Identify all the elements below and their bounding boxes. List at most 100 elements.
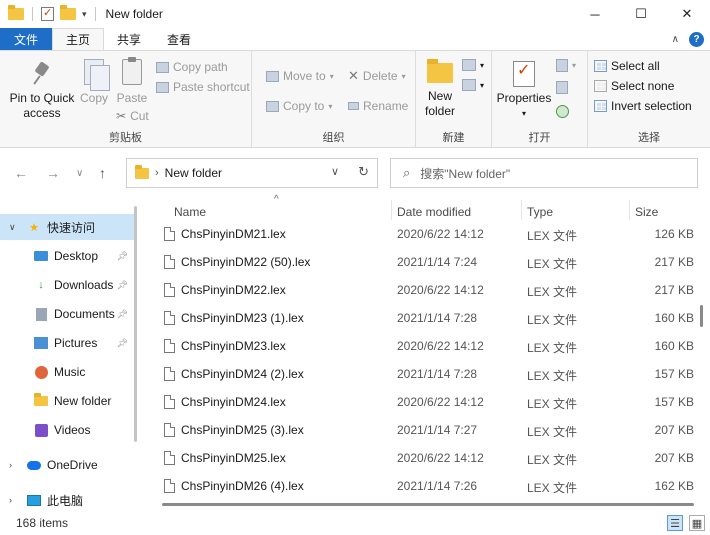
- table-row[interactable]: ChsPinyinDM22 (50).lex 2021/1/14 7:24 LEX …: [146, 248, 702, 276]
- pin-icon[interactable]: 📌︎: [117, 309, 128, 320]
- column-header-date[interactable]: Date modified: [397, 205, 471, 219]
- sidebar-item-videos[interactable]: Videos: [0, 417, 136, 443]
- table-row[interactable]: ChsPinyinDM21.lex 2020/6/22 14:12 LEX 文件 12…: [146, 220, 702, 248]
- large-icons-view-button[interactable]: ▦: [689, 515, 705, 531]
- cut-button[interactable]: ✂ Cut: [116, 109, 149, 123]
- invert-selection-button[interactable]: Invert selection: [594, 99, 692, 113]
- copy-icon: [84, 59, 110, 91]
- open-button[interactable]: ▾: [556, 59, 576, 72]
- table-row[interactable]: ChsPinyinDM25.lex 2020/6/22 14:12 LEX 文件 20…: [146, 444, 702, 472]
- table-row[interactable]: ChsPinyinDM26 (4).lex 2021/1/14 7:26 LEX 文…: [146, 472, 702, 500]
- tab-view[interactable]: 查看: [154, 28, 204, 50]
- file-size: 217 KB: [654, 283, 694, 297]
- select-all-button[interactable]: Select all: [594, 59, 660, 73]
- sidebar-item-music[interactable]: Music: [0, 359, 136, 385]
- sidebar-item-label: Documents: [54, 307, 115, 321]
- table-row[interactable]: ChsPinyinDM23 (1).lex 2021/1/14 7:28 LEX 文…: [146, 304, 702, 332]
- up-arrow-icon[interactable]: ↑: [99, 165, 106, 181]
- move-to-button[interactable]: Move to ▾: [266, 69, 334, 83]
- new-group-label: 新建: [442, 132, 465, 144]
- horizontal-scrollbar[interactable]: [162, 503, 694, 506]
- copy-button[interactable]: Copy: [78, 59, 110, 106]
- copy-path-button[interactable]: Copy path: [156, 60, 228, 74]
- address-bar[interactable]: › New folder ∨ ↻: [126, 158, 378, 188]
- new-folder-button[interactable]: New folder: [420, 57, 460, 119]
- chevron-down-icon: ▾: [572, 61, 577, 70]
- details-view-button[interactable]: ☰: [667, 515, 683, 531]
- expand-chevron-icon[interactable]: ›: [9, 495, 12, 505]
- table-row[interactable]: ChsPinyinDM23.lex 2020/6/22 14:12 LEX 文件 16…: [146, 332, 702, 360]
- customize-toolbar-dropdown[interactable]: ▾: [82, 9, 87, 20]
- back-arrow-icon[interactable]: ←: [14, 165, 28, 181]
- column-header-type[interactable]: Type: [527, 205, 553, 219]
- column-divider[interactable]: [391, 200, 392, 220]
- collapse-ribbon-icon[interactable]: ∧: [672, 34, 679, 45]
- sidebar-item-quick-access[interactable]: ∨ ★ 快速访问: [0, 214, 136, 240]
- forward-arrow-icon[interactable]: →: [46, 165, 60, 181]
- sidebar-item-pictures[interactable]: Pictures 📌︎: [0, 330, 136, 356]
- address-dropdown-icon[interactable]: ∨: [331, 165, 339, 178]
- file-date: 2020/6/22 14:12: [397, 283, 484, 297]
- pin-icon[interactable]: 📌︎: [117, 280, 128, 291]
- sidebar-item-label: Videos: [54, 423, 91, 437]
- new-item-button[interactable]: ▾: [462, 59, 484, 71]
- close-button[interactable]: ✕: [664, 0, 710, 28]
- table-row[interactable]: ChsPinyinDM22.lex 2020/6/22 14:12 LEX 文件 21…: [146, 276, 702, 304]
- recent-locations-chevron-icon[interactable]: ∨: [76, 168, 83, 179]
- paste-label: Paste: [116, 91, 148, 105]
- copy-label: Copy: [79, 91, 108, 105]
- maximize-button[interactable]: ☐: [618, 0, 664, 28]
- table-row[interactable]: ChsPinyinDM24 (2).lex 2021/1/14 7:28 LEX 文…: [146, 360, 702, 388]
- refresh-icon[interactable]: ↻: [358, 164, 369, 180]
- file-name: ChsPinyinDM26 (4).lex: [181, 479, 304, 493]
- rename-button[interactable]: Rename: [348, 99, 408, 113]
- sidebar-item-desktop[interactable]: Desktop 📌︎: [0, 243, 136, 269]
- paste-shortcut-button[interactable]: Paste shortcut: [156, 80, 250, 94]
- properties-button[interactable]: Properties ▾: [496, 61, 552, 121]
- history-button[interactable]: [556, 105, 569, 118]
- download-icon: ↓: [38, 279, 44, 291]
- column-header-size[interactable]: Size: [635, 205, 658, 219]
- search-box[interactable]: ⌕ 搜索"New folder": [390, 158, 698, 188]
- expand-chevron-icon[interactable]: ›: [9, 460, 12, 470]
- pin-icon[interactable]: 📌︎: [117, 251, 128, 262]
- column-divider[interactable]: [521, 200, 522, 220]
- file-list-scrollbar[interactable]: [700, 305, 703, 327]
- pin-quick-access-button[interactable]: Pin to Quick access: [6, 63, 78, 121]
- tab-share[interactable]: 共享: [104, 28, 154, 50]
- tab-file[interactable]: 文件: [0, 28, 53, 50]
- help-icon[interactable]: ?: [689, 31, 704, 47]
- column-header-name[interactable]: Name: [174, 205, 206, 219]
- pictures-icon: [34, 337, 48, 350]
- sidebar-item-label: 快速访问: [47, 220, 96, 235]
- sidebar-item-onedrive[interactable]: › OneDrive: [0, 452, 136, 478]
- breadcrumb-chevron-icon[interactable]: ›: [155, 167, 159, 179]
- pin-icon[interactable]: 📌︎: [117, 338, 128, 349]
- column-divider[interactable]: [629, 200, 630, 220]
- clipboard-group-label: 剪贴板: [109, 132, 142, 144]
- sidebar-item-new-folder[interactable]: New folder: [0, 388, 136, 414]
- sidebar-item-this-pc[interactable]: › 此电脑: [0, 487, 136, 513]
- breadcrumb-current[interactable]: New folder: [165, 166, 222, 180]
- edit-button[interactable]: [556, 81, 568, 94]
- properties-icon[interactable]: [41, 6, 54, 21]
- sidebar-item-documents[interactable]: Documents 📌︎: [0, 301, 136, 327]
- table-row[interactable]: ChsPinyinDM25 (3).lex 2021/1/14 7:27 LEX 文…: [146, 416, 702, 444]
- nav-pane-scrollbar[interactable]: [134, 206, 137, 442]
- collapse-chevron-icon[interactable]: ∨: [9, 222, 16, 233]
- select-none-button[interactable]: Select none: [594, 79, 674, 93]
- file-name: ChsPinyinDM24 (2).lex: [181, 367, 304, 381]
- file-name: ChsPinyinDM22.lex: [181, 283, 286, 297]
- file-name: ChsPinyinDM23.lex: [181, 339, 286, 353]
- chevron-down-icon: ▾: [328, 101, 333, 111]
- minimize-button[interactable]: ─: [572, 0, 618, 28]
- copy-to-button[interactable]: Copy to ▾: [266, 99, 332, 113]
- new-folder-icon[interactable]: [60, 5, 76, 20]
- tab-home[interactable]: 主页: [52, 28, 105, 50]
- easy-access-button[interactable]: ▾: [462, 79, 484, 91]
- file-icon: [164, 255, 175, 269]
- paste-button[interactable]: Paste: [116, 57, 148, 106]
- table-row[interactable]: ChsPinyinDM24.lex 2020/6/22 14:12 LEX 文件 15…: [146, 388, 702, 416]
- delete-button[interactable]: ✕ Delete ▾: [348, 69, 406, 83]
- sidebar-item-downloads[interactable]: ↓ Downloads 📌︎: [0, 272, 136, 298]
